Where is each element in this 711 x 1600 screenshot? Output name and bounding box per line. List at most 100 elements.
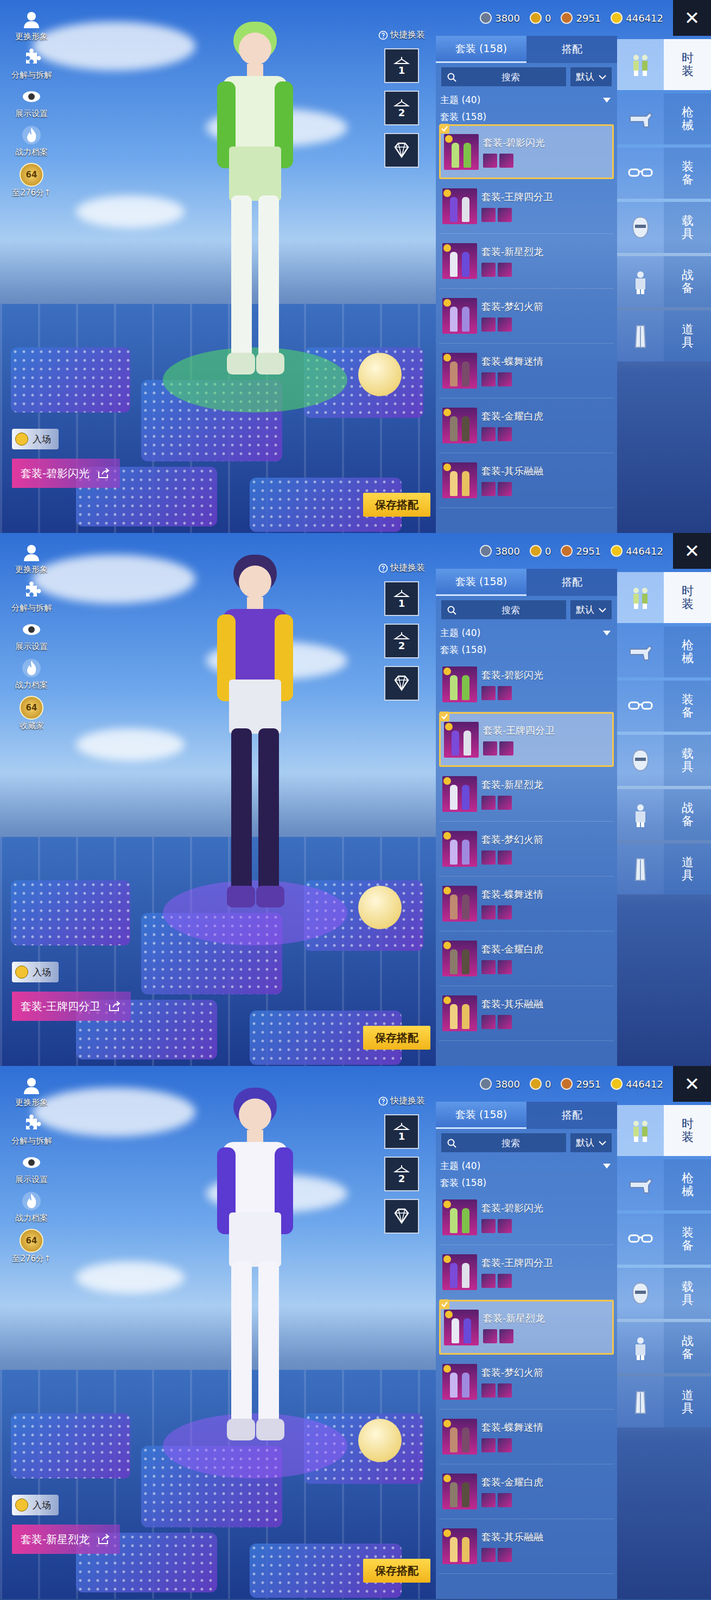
section-header[interactable]: 主题 (40) [435,90,618,108]
category-tab[interactable]: 道具 [617,1376,711,1428]
list-tab[interactable]: 套装 (158) [435,568,527,596]
side-menu-item[interactable]: 战力档案 [15,1190,48,1224]
outfit-row[interactable]: 套装-金耀白虎 [439,1464,614,1520]
search-input[interactable] [460,71,561,84]
section-header[interactable]: 主题 (40) [435,1156,618,1174]
side-menu-item[interactable]: 更换形象 [15,8,48,42]
category-tab[interactable]: 战备 [617,1322,711,1374]
category-tab[interactable]: 装备 [617,680,711,732]
outfit-row[interactable]: 套装-梦幻火箭 [439,288,614,344]
quick-slot-number: 2 [398,1172,406,1185]
outfit-row[interactable]: 套装-碧影闪光 [439,657,614,713]
sort-dropdown[interactable]: 默认 [570,1133,612,1153]
section-header[interactable]: 主题 (40) [435,623,618,641]
category-tab[interactable]: 载具 [617,1267,711,1319]
outfit-row[interactable]: 套装-金耀白虎 [439,931,614,987]
outfit-row[interactable]: 套装-其乐融融 [439,453,614,509]
emote-icon [443,353,452,362]
outfit-row[interactable]: 套装-新星烈龙 [439,1299,614,1355]
rank-item[interactable]: 64至276分↑ [11,162,51,199]
close-button[interactable]: ✕ [673,0,711,36]
close-button[interactable]: ✕ [673,1065,711,1102]
rank-item[interactable]: 64收藏家 [19,695,44,732]
side-menu-item[interactable]: 更换形象 [15,541,48,575]
diamond-slot[interactable] [384,1198,420,1234]
quick-slot[interactable]: 2 [384,623,420,659]
category-tab[interactable]: 载具 [617,201,711,253]
category-tab[interactable]: 战备 [617,789,711,841]
side-menu-item[interactable]: 战力档案 [15,657,48,691]
quick-slot[interactable]: 2 [384,1156,420,1192]
list-tab[interactable]: 搭配 [526,35,618,63]
category-tab[interactable]: 道具 [617,310,711,362]
category-icon-box [617,734,664,786]
side-menu-item[interactable]: 展示设置 [15,85,48,119]
category-tab[interactable]: 枪械 [617,626,711,678]
figure-face [238,1098,272,1132]
category-tab[interactable]: 时装 [617,1105,711,1157]
side-menu-item[interactable]: 分解与拆解 [11,1113,53,1147]
outfit-info: 套装-金耀白虎 [481,1475,544,1508]
outfit-row[interactable]: 套装-新星烈龙 [439,233,614,289]
category-tab[interactable]: 装备 [617,1213,711,1265]
share-icon [97,1533,111,1546]
diamond-slot[interactable] [384,665,420,701]
entrance-button[interactable]: 入场 [11,428,59,450]
category-tab[interactable]: 道具 [617,843,711,895]
quick-slot[interactable]: 1 [384,1114,420,1149]
rank-label: 至276分↑ [11,1253,51,1265]
outfit-row[interactable]: 套装-王牌四分卫 [439,712,614,767]
quick-slot[interactable]: 2 [384,90,420,126]
outfit-row[interactable]: 套装-金耀白虎 [439,398,614,454]
category-icon-box [617,789,664,841]
outfit-row[interactable]: 套装-王牌四分卫 [439,179,614,234]
list-tab[interactable]: 套装 (158) [435,35,527,63]
side-menu-item[interactable]: 更换形象 [15,1074,48,1108]
list-tab[interactable]: 搭配 [526,1101,618,1129]
outfit-row[interactable]: 套装-蝶舞迷情 [439,876,614,932]
side-menu: 更换形象分解与拆解展示设置战力档案 64至276分↑ [5,1074,58,1265]
outfit-row[interactable]: 套装-其乐融融 [439,986,614,1041]
category-tab[interactable]: 载具 [617,734,711,786]
outfit-row[interactable]: 套装-蝶舞迷情 [439,1409,614,1465]
side-menu-item[interactable]: 展示设置 [15,1151,48,1185]
outfit-row[interactable]: 套装-蝶舞迷情 [439,343,614,399]
side-menu-item[interactable]: 战力档案 [15,124,48,158]
side-menu-item[interactable]: 分解与拆解 [11,47,53,81]
outfit-row[interactable]: 套装-碧影闪光 [439,124,614,180]
side-menu-label: 更换形象 [15,31,48,42]
list-tab[interactable]: 搭配 [526,568,618,596]
outfit-row[interactable]: 套装-碧影闪光 [439,1190,614,1246]
search-input[interactable] [460,604,561,617]
entrance-button[interactable]: 入场 [11,961,59,983]
category-tab[interactable]: 时装 [617,39,711,91]
rank-item[interactable]: 64至276分↑ [11,1228,51,1265]
save-button[interactable]: 保存搭配 [363,1558,431,1583]
outfit-thumbnail [442,352,478,389]
save-button[interactable]: 保存搭配 [363,1025,431,1050]
category-tab[interactable]: 战备 [617,256,711,308]
diamond-slot[interactable] [384,132,420,168]
outfit-row[interactable]: 套装-梦幻火箭 [439,821,614,877]
outfit-row[interactable]: 套装-梦幻火箭 [439,1354,614,1410]
expand-icon [602,97,611,103]
quick-slot[interactable]: 1 [384,581,420,617]
category-tab[interactable]: 装备 [617,147,711,199]
sort-dropdown[interactable]: 默认 [570,67,612,87]
close-button[interactable]: ✕ [673,532,711,569]
outfit-row[interactable]: 套装-王牌四分卫 [439,1245,614,1300]
outfit-row[interactable]: 套装-其乐融融 [439,1519,614,1574]
category-tab[interactable]: 枪械 [617,1159,711,1211]
category-tab[interactable]: 时装 [617,572,711,624]
category-tab[interactable]: 枪械 [617,93,711,145]
outfit-row[interactable]: 套装-新星烈龙 [439,766,614,822]
entrance-button[interactable]: 入场 [11,1494,59,1516]
side-menu-item[interactable]: 分解与拆解 [11,580,53,614]
sort-dropdown[interactable]: 默认 [570,600,612,620]
quick-slot[interactable]: 1 [384,48,420,84]
category-icon-box [617,93,664,145]
save-button[interactable]: 保存搭配 [363,492,431,517]
search-input[interactable] [460,1137,561,1149]
side-menu-item[interactable]: 展示设置 [15,618,48,652]
list-tab[interactable]: 套装 (158) [435,1101,527,1129]
